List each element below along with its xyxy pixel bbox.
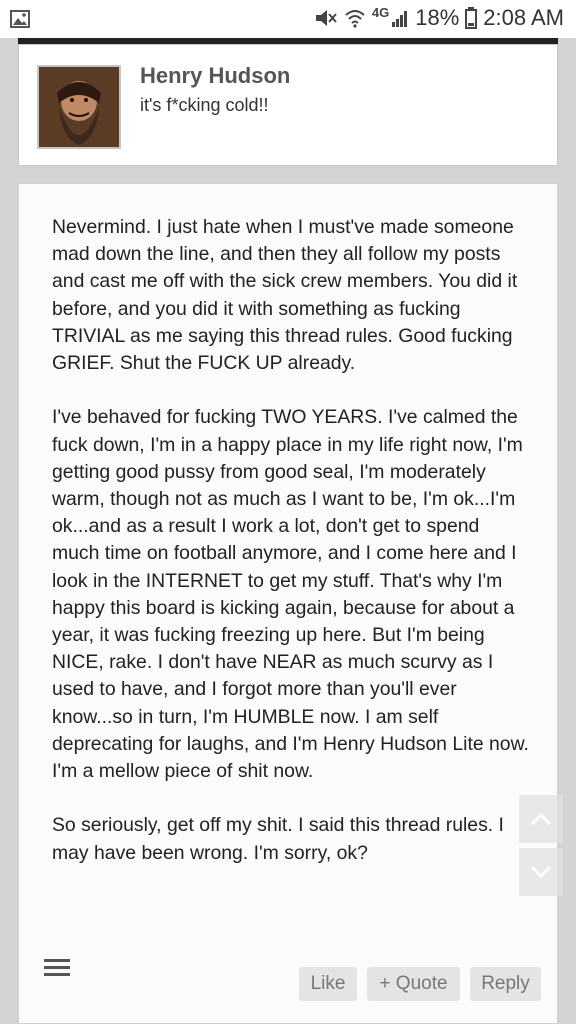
scroll-up-button[interactable] — [519, 795, 563, 843]
quote-button[interactable]: + Quote — [367, 967, 460, 1001]
battery-icon — [465, 7, 478, 29]
avatar[interactable] — [37, 65, 121, 149]
status-bar: 4G 18% 2:08 AM — [0, 0, 576, 38]
image-icon — [10, 10, 30, 28]
chevron-up-icon — [530, 812, 552, 826]
menu-icon[interactable] — [44, 959, 70, 979]
avatar-portrait — [39, 67, 119, 147]
scroll-down-button[interactable] — [519, 848, 563, 896]
post-body: Nevermind. I just hate when I must've ma… — [52, 214, 532, 894]
author-title: it's f*cking cold!! — [140, 95, 269, 115]
wifi-icon — [345, 10, 365, 28]
post-paragraph: Nevermind. I just hate when I must've ma… — [52, 216, 518, 375]
chevron-down-icon — [530, 865, 552, 879]
post-card: Nevermind. I just hate when I must've ma… — [18, 183, 558, 1024]
author-name[interactable]: Henry Hudson — [140, 63, 290, 89]
post-paragraph: I've behaved for fucking TWO YEARS. I've… — [52, 406, 529, 783]
author-card: Henry Hudson it's f*cking cold!! — [18, 44, 558, 166]
mute-icon — [315, 10, 337, 26]
signal-icon — [392, 11, 408, 27]
post-paragraph: So seriously, get off my shit. I said th… — [52, 814, 504, 864]
clock: 2:08 AM — [483, 5, 564, 30]
like-button[interactable]: Like — [299, 967, 357, 1001]
reply-button[interactable]: Reply — [470, 967, 541, 1001]
battery-percent: 18% — [415, 5, 460, 30]
network-label: 4G — [371, 4, 390, 20]
